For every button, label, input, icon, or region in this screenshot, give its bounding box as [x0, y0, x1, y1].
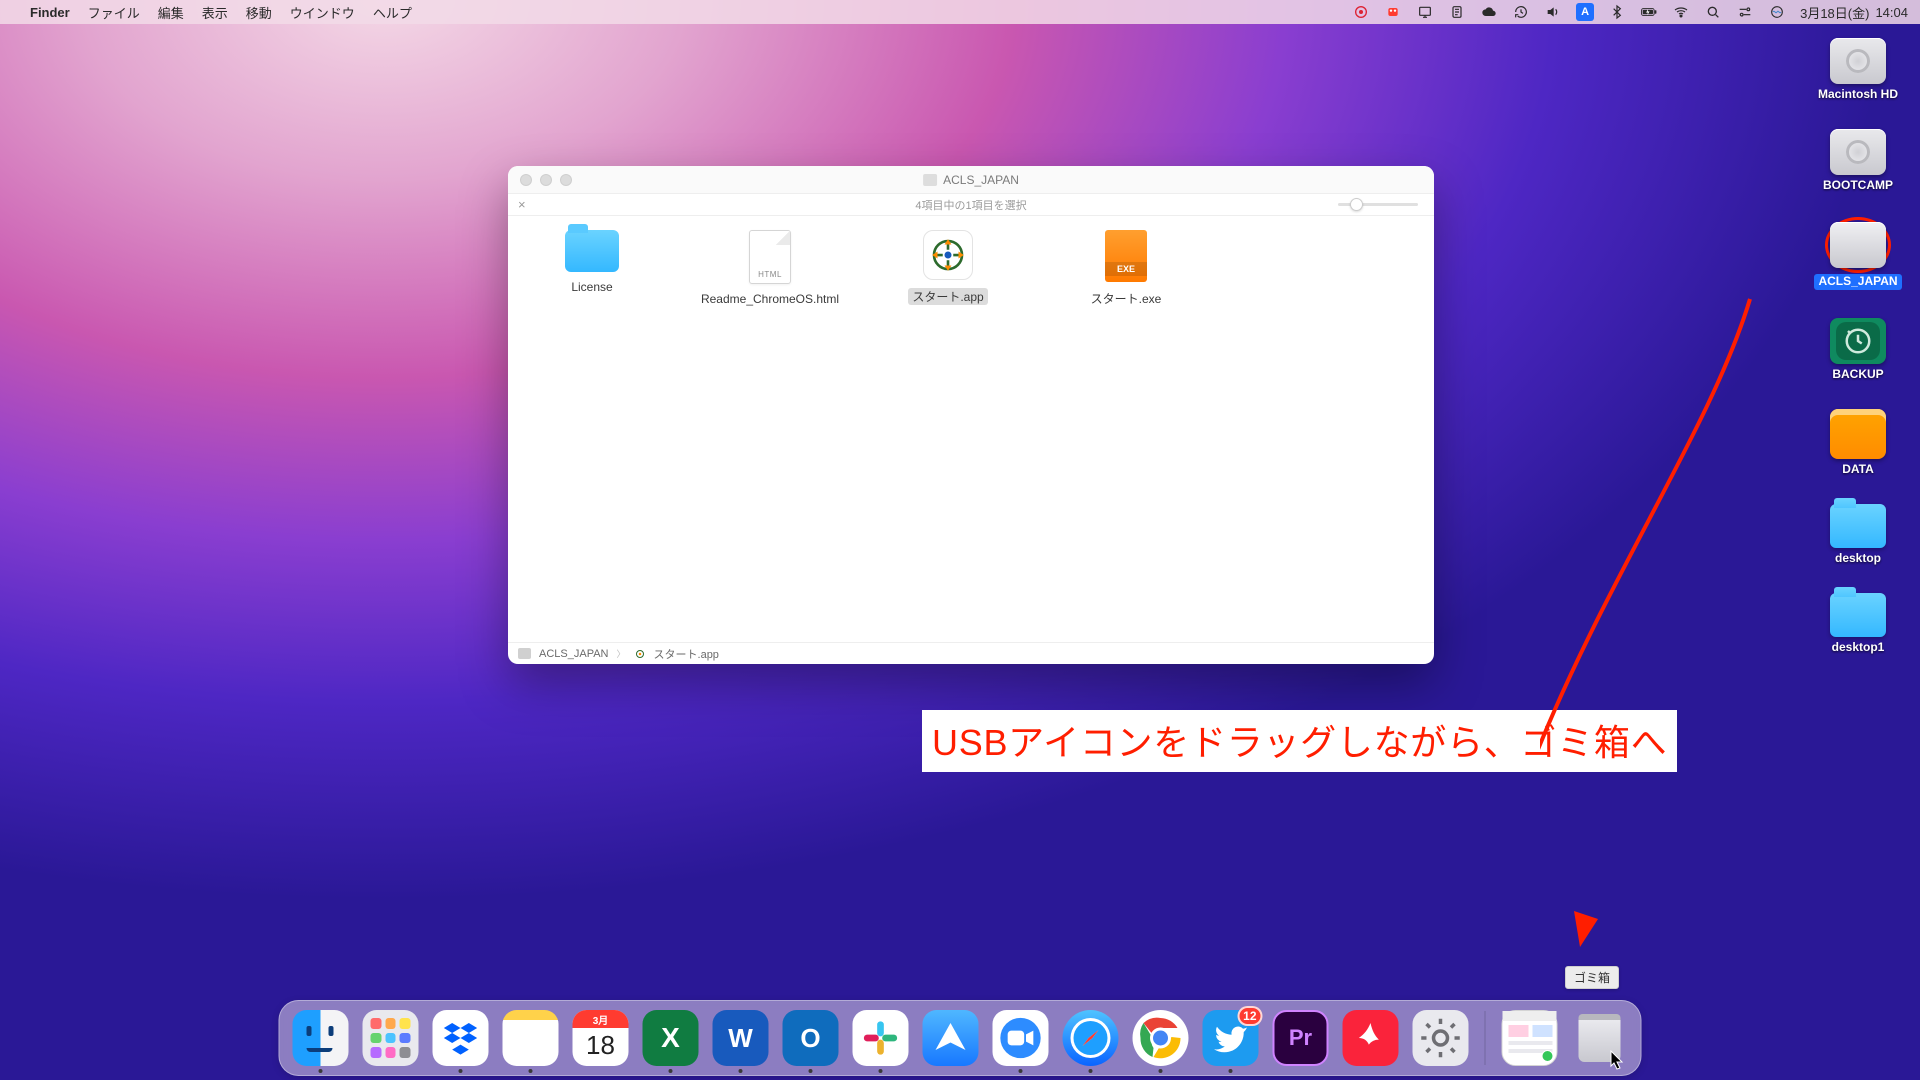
finder-window[interactable]: ACLS_JAPAN × 4項目中の1項目を選択 License HTML Re…	[508, 166, 1434, 664]
desktop-item-desktop1[interactable]: desktop1	[1810, 593, 1906, 654]
dock-badge: 12	[1237, 1006, 1262, 1026]
timemachine-drive-icon	[1830, 318, 1886, 364]
file-item-license[interactable]: License	[532, 230, 652, 294]
external-drive-icon	[1830, 409, 1886, 459]
app-icon	[923, 230, 973, 280]
menuextra-wifi-icon[interactable]	[1672, 3, 1690, 21]
window-title: ACLS_JAPAN	[943, 173, 1019, 187]
chevron-right-icon: 〉	[617, 647, 626, 660]
menuextra-app1-icon[interactable]	[1352, 3, 1370, 21]
hard-drive-icon	[1830, 38, 1886, 84]
menuextra-battery-icon[interactable]	[1640, 3, 1658, 21]
dock-app-excel[interactable]: X	[643, 1010, 699, 1066]
menuextra-display-icon[interactable]	[1416, 3, 1434, 21]
dock-app-slack[interactable]	[853, 1010, 909, 1066]
exe-file-icon: EXE	[1105, 230, 1147, 282]
traffic-close-icon[interactable]	[520, 174, 532, 186]
annotation-arrow	[1540, 295, 1760, 955]
annotation-text: USBアイコンをドラッグしながら、ゴミ箱へ	[922, 710, 1677, 772]
menuextra-spotlight-icon[interactable]	[1704, 3, 1722, 21]
menuextra-input-source[interactable]: A	[1576, 3, 1594, 21]
menu-clock[interactable]: 3月18日(金) 14:04	[1800, 3, 1908, 22]
file-item-readme[interactable]: HTML Readme_ChromeOS.html	[710, 230, 830, 306]
pathbar-app-icon	[634, 648, 646, 660]
menuextra-cloud-icon[interactable]	[1480, 3, 1498, 21]
menu-time: 14:04	[1875, 5, 1908, 20]
dock-app-finder[interactable]	[293, 1010, 349, 1066]
menu-edit[interactable]: 編集	[158, 3, 184, 22]
traffic-minimize-icon[interactable]	[540, 174, 552, 186]
menu-date: 3月18日(金)	[1800, 3, 1869, 22]
menu-view[interactable]: 表示	[202, 3, 228, 22]
html-file-icon: HTML	[749, 230, 791, 284]
menuextra-siri-icon[interactable]	[1768, 3, 1786, 21]
dock: 3月 18 X W O 12 Pr	[279, 1000, 1642, 1076]
icon-size-slider[interactable]	[1338, 203, 1418, 206]
folder-icon	[1830, 504, 1886, 548]
desktop-icons: Macintosh HD BOOTCAMP ACLS_JAPAN BACKUP …	[1810, 38, 1906, 654]
dock-trash[interactable]	[1572, 1010, 1628, 1066]
dock-app-outlook[interactable]: O	[783, 1010, 839, 1066]
usb-drive-icon	[1830, 222, 1886, 268]
menu-window[interactable]: ウインドウ	[290, 3, 355, 22]
desktop-item-bootcamp[interactable]: BOOTCAMP	[1810, 129, 1906, 192]
app-menu[interactable]: Finder	[30, 5, 70, 20]
traffic-zoom-icon[interactable]	[560, 174, 572, 186]
dock-app-twitter[interactable]: 12	[1203, 1010, 1259, 1066]
menu-file[interactable]: ファイル	[88, 3, 140, 22]
dock-app-premiere[interactable]: Pr	[1273, 1010, 1329, 1066]
window-toolbar: × 4項目中の1項目を選択	[508, 194, 1434, 216]
menuextra-clipboard-icon[interactable]	[1448, 3, 1466, 21]
desktop-item-desktop[interactable]: desktop	[1810, 504, 1906, 565]
dock-app-safari[interactable]	[1063, 1010, 1119, 1066]
dock-app-calendar[interactable]: 3月 18	[573, 1010, 629, 1066]
dock-app-acrobat[interactable]	[1343, 1010, 1399, 1066]
menu-go[interactable]: 移動	[246, 3, 272, 22]
pathbar-root[interactable]: ACLS_JAPAN	[539, 648, 609, 660]
desktop-item-macintosh-hd[interactable]: Macintosh HD	[1810, 38, 1906, 101]
dock-app-launchpad[interactable]	[363, 1010, 419, 1066]
file-item-start-exe[interactable]: EXE スタート.exe	[1066, 230, 1186, 307]
dock-app-notes[interactable]	[503, 1010, 559, 1066]
menuextra-timemachine-icon[interactable]	[1512, 3, 1530, 21]
menuextra-volume-icon[interactable]	[1544, 3, 1562, 21]
dock-app-zoom[interactable]	[993, 1010, 1049, 1066]
toolbar-close-group-icon[interactable]: ×	[508, 197, 536, 212]
finder-status-text: 4項目中の1項目を選択	[915, 197, 1026, 213]
dock-app-dropbox[interactable]	[433, 1010, 489, 1066]
dock-separator	[1485, 1011, 1486, 1065]
dock-app-system-preferences[interactable]	[1413, 1010, 1469, 1066]
finder-path-bar[interactable]: ACLS_JAPAN 〉 スタート.app	[508, 642, 1434, 664]
desktop-item-acls-japan[interactable]: ACLS_JAPAN	[1810, 220, 1906, 289]
titlebar-volume-icon	[923, 174, 937, 186]
minimized-app-badge-icon	[1542, 1050, 1554, 1062]
dock-app-word[interactable]: W	[713, 1010, 769, 1066]
dock-app-plane[interactable]	[923, 1010, 979, 1066]
desktop-item-backup[interactable]: BACKUP	[1810, 318, 1906, 381]
dock-minimized-window[interactable]	[1502, 1010, 1558, 1066]
hard-drive-icon	[1830, 129, 1886, 175]
menu-bar: Finder ファイル 編集 表示 移動 ウインドウ ヘルプ	[0, 0, 1920, 24]
menuextra-controlcenter-icon[interactable]	[1736, 3, 1754, 21]
trash-icon	[1579, 1014, 1621, 1062]
menuextra-bluetooth-icon[interactable]	[1608, 3, 1626, 21]
dock-app-chrome[interactable]	[1133, 1010, 1189, 1066]
menuextra-app2-icon[interactable]	[1384, 3, 1402, 21]
menu-help[interactable]: ヘルプ	[373, 3, 412, 22]
dock-tooltip: ゴミ箱	[1565, 966, 1619, 989]
desktop-item-data[interactable]: DATA	[1810, 409, 1906, 476]
folder-icon	[1830, 593, 1886, 637]
pathbar-leaf[interactable]: スタート.app	[654, 646, 719, 662]
folder-icon	[565, 230, 619, 272]
file-item-start-app[interactable]: スタート.app	[888, 230, 1008, 305]
finder-content[interactable]: License HTML Readme_ChromeOS.html スタ	[508, 216, 1434, 642]
pathbar-volume-icon	[518, 648, 531, 659]
window-titlebar[interactable]: ACLS_JAPAN	[508, 166, 1434, 194]
